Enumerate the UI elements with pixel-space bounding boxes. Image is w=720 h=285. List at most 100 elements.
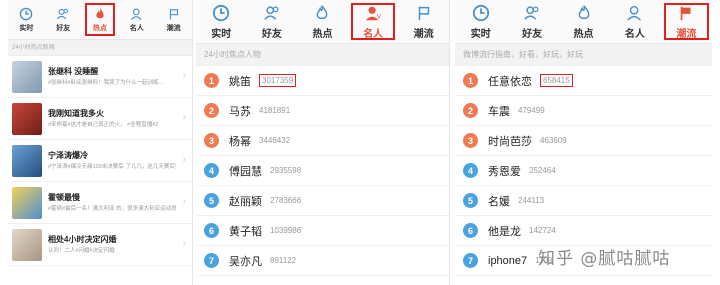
rank-badge: 5 [463,193,478,208]
tab-friends[interactable]: 好友 [506,0,557,43]
tab-realtime[interactable]: 实时 [196,0,247,43]
tab-trend[interactable]: 潮流 [398,0,449,43]
rank-name: 秀恩爱 [488,165,521,178]
celebrity-icon: V [365,6,382,20]
tab-trend[interactable]: 潮流 [661,0,712,43]
rank-row[interactable]: 5 赵丽颖 2783666 [196,186,449,216]
rank-name: 赵丽颖 [229,195,262,208]
rank-count: 658415 [540,74,573,87]
rank-name: 他是龙 [488,225,521,238]
tab-hot[interactable]: 热点 [558,0,609,43]
tab-celebrity[interactable]: 名人 [609,0,660,43]
rank-name: 姚笛 [229,75,251,88]
celebrity-ranking-panel: 实时 好友 热点 V 名人 潮流 24小时焦点人物 1 姚笛 3017359 2… [196,0,450,285]
rank-badge: 5 [204,193,219,208]
rank-name: 杨幂 [229,135,251,148]
list-subheader: 24小时焦点人物 [196,44,449,66]
list-subheader: 24小时热点新闻 [8,40,192,56]
rank-name: 时尚芭莎 [488,135,532,148]
rank-badge: 4 [463,163,478,178]
rank-count: 3017359 [259,74,297,87]
flag-icon [681,6,691,20]
celebrity-icon [627,5,641,21]
rank-row[interactable]: 3 时尚芭莎 463609 [455,126,712,156]
flame-icon [578,4,589,19]
rank-count: 142724 [529,226,556,235]
news-title: 相处4小时决定闪婚 [48,235,117,244]
rank-row[interactable]: 2 马苏 4181891 [196,96,449,126]
tab-hot[interactable]: 热点 [82,0,119,39]
rank-name: 名媛 [488,195,510,208]
tab-label: 热点 [312,28,333,40]
tab-label: 热点 [573,28,594,40]
chevron-right-icon: › [182,196,186,207]
chevron-right-icon: › [182,238,186,249]
rank-name: 傅园慧 [229,165,262,178]
friends-icon [264,5,279,20]
news-title: 霍顿最慢 [48,193,80,202]
rank-name: 马苏 [229,105,251,118]
news-desc: #宋仲基#这才是自己真正的火， #全程直播#2 [48,122,159,128]
rank-count: 2783666 [270,196,302,205]
rank-row[interactable]: 2 车震 479499 [455,96,712,126]
tab-label: 实时 [19,24,34,32]
rank-name: iphone7 [488,254,528,267]
rank-badge: 6 [204,223,219,238]
clock-icon [213,4,230,21]
tab-bar: 实时 好友 热点 V 名人 潮流 [196,0,449,44]
rank-badge: 3 [463,133,478,148]
news-desc: #张继科#卧底张继科！我哭了为什么一起训练... [48,80,164,86]
news-thumbnail [12,186,42,219]
rank-row[interactable]: 3 杨幂 3446432 [196,126,449,156]
rank-badge: 7 [204,253,219,268]
rank-row[interactable]: 5 名媛 244113 [455,186,712,216]
tab-realtime[interactable]: 实时 [8,0,45,39]
tab-trend[interactable]: 潮流 [155,0,192,39]
tab-friends[interactable]: 好友 [45,0,82,39]
tab-label: 好友 [56,24,71,32]
rank-badge: 1 [463,73,478,88]
rank-row[interactable]: 1 姚笛 3017359 [196,66,449,96]
friends-icon [57,8,69,19]
rank-name: 车震 [488,105,510,118]
news-desc: #宁泽涛#爆冷无缘100米决赛后 了几几，这几天赛后第一次采访 [48,164,176,170]
tab-label: 潮流 [676,28,697,40]
news-item[interactable]: 宁泽涛爆冷 #宁泽涛#爆冷无缘100米决赛后 了几几，这几天赛后第一次采访 › [8,140,192,182]
tab-label: 热点 [92,24,107,32]
news-desc: 认同！二人#闪婚#决定闪婚 [48,248,115,254]
tab-label: 好友 [261,28,282,40]
news-item[interactable]: 相处4小时决定闪婚 认同！二人#闪婚#决定闪婚 › [8,224,192,266]
tab-friends[interactable]: 好友 [247,0,298,43]
rank-row[interactable]: 7 吴亦凡 891122 [196,246,449,276]
tab-label: 实时 [470,28,491,40]
rank-badge: 2 [463,103,478,118]
news-item[interactable]: 我刚知道我多火 #宋仲基#这才是自己真正的火， #全程直播#2 › [8,98,192,140]
news-item[interactable]: 张继科 没睡醒 #张继科#卧底张继科！我哭了为什么一起训练... › [8,56,192,98]
rank-name: 黄子韬 [229,225,262,238]
hot-news-panel: 实时 好友 热点 名人 潮流 24小时热点新闻 张继科 没睡醒 #张继科#卧底张… [8,0,193,285]
chevron-right-icon: › [182,112,186,123]
rank-badge: 2 [204,103,219,118]
tab-label: 潮流 [413,28,434,40]
news-item[interactable]: 霍顿最慢 #霍顿#最后一名！澳大利亚 的，很多澳大利亚运动员 › [8,182,192,224]
rank-row[interactable]: 4 傅园慧 2935598 [196,156,449,186]
trend-ranking-panel: 实时 好友 热点 名人 潮流 微博流行指南，好看，好玩，好玩 1 任意依恋 65… [455,0,712,285]
flame-icon [96,7,104,18]
rank-row[interactable]: 6 黄子韬 1039986 [196,216,449,246]
tab-label: 实时 [211,28,232,40]
tab-celebrity[interactable]: V 名人 [348,0,399,43]
tab-hot[interactable]: 热点 [297,0,348,43]
rank-row[interactable]: 1 任意依恋 658415 [455,66,712,96]
rank-row[interactable]: 6 他是龙 142724 [455,216,712,246]
news-title: 我刚知道我多火 [48,109,104,118]
rank-count: 4181891 [259,106,291,115]
news-title: 张继科 没睡醒 [48,67,99,76]
rank-row[interactable]: 4 秀恩爱 252464 [455,156,712,186]
rank-count: 463609 [540,136,567,145]
tab-celebrity[interactable]: 名人 [118,0,155,39]
svg-text:V: V [377,13,382,20]
rank-count: 479499 [518,106,545,115]
chevron-right-icon: › [182,154,186,165]
tab-bar: 实时 好友 热点 名人 潮流 [455,0,712,44]
tab-realtime[interactable]: 实时 [455,0,506,43]
